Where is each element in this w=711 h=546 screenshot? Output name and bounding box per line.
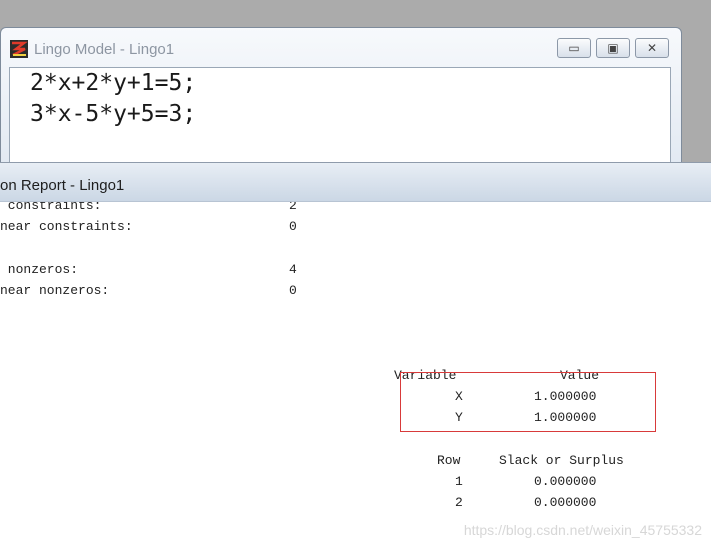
close-button[interactable]: ✕ xyxy=(635,38,669,58)
report-titlebar[interactable]: on Report - Lingo1 xyxy=(0,162,711,202)
solution-report-window: on Report - Lingo1 constraints: 2 near c… xyxy=(0,162,711,546)
close-icon: ✕ xyxy=(646,41,658,55)
row-column-header: Row xyxy=(437,453,461,468)
model-titlebar[interactable]: Lingo Model - Lingo1 xyxy=(10,39,174,59)
stat-value: 2 xyxy=(289,202,297,213)
stat-value: 0 xyxy=(289,219,297,234)
stat-label: constraints: xyxy=(0,202,102,213)
solution-highlight-box xyxy=(400,372,656,432)
slack-value: 0.000000 xyxy=(534,474,597,489)
stat-value: 0 xyxy=(289,283,297,298)
lingo-app-icon xyxy=(10,40,28,58)
slack-column-header: Slack or Surplus xyxy=(499,453,624,468)
code-line-2[interactable]: 3*x-5*y+5=3; xyxy=(30,101,196,127)
minimize-button[interactable]: ▭ xyxy=(557,38,591,58)
stat-value: 4 xyxy=(289,262,297,277)
stat-label: near constraints: xyxy=(0,219,133,234)
stat-label: near nonzeros: xyxy=(0,283,110,298)
watermark: https://blog.csdn.net/weixin_45755332 xyxy=(463,522,702,538)
report-body[interactable]: constraints: 2 near constraints: 0 nonze… xyxy=(0,202,711,546)
slack-value: 0.000000 xyxy=(534,495,597,510)
report-window-title: on Report - Lingo1 xyxy=(0,177,125,194)
code-line-1[interactable]: 2*x+2*y+1=5; xyxy=(30,70,196,96)
maximize-button[interactable]: ▣ xyxy=(596,38,630,58)
minimize-icon: ▭ xyxy=(568,41,580,55)
row-number: 1 xyxy=(455,474,463,489)
row-number: 2 xyxy=(455,495,463,510)
window-controls: ▭ ▣ ✕ xyxy=(557,38,669,58)
maximize-icon: ▣ xyxy=(607,41,619,55)
model-window-title: Lingo Model - Lingo1 xyxy=(34,40,175,58)
stat-label: nonzeros: xyxy=(0,262,79,277)
